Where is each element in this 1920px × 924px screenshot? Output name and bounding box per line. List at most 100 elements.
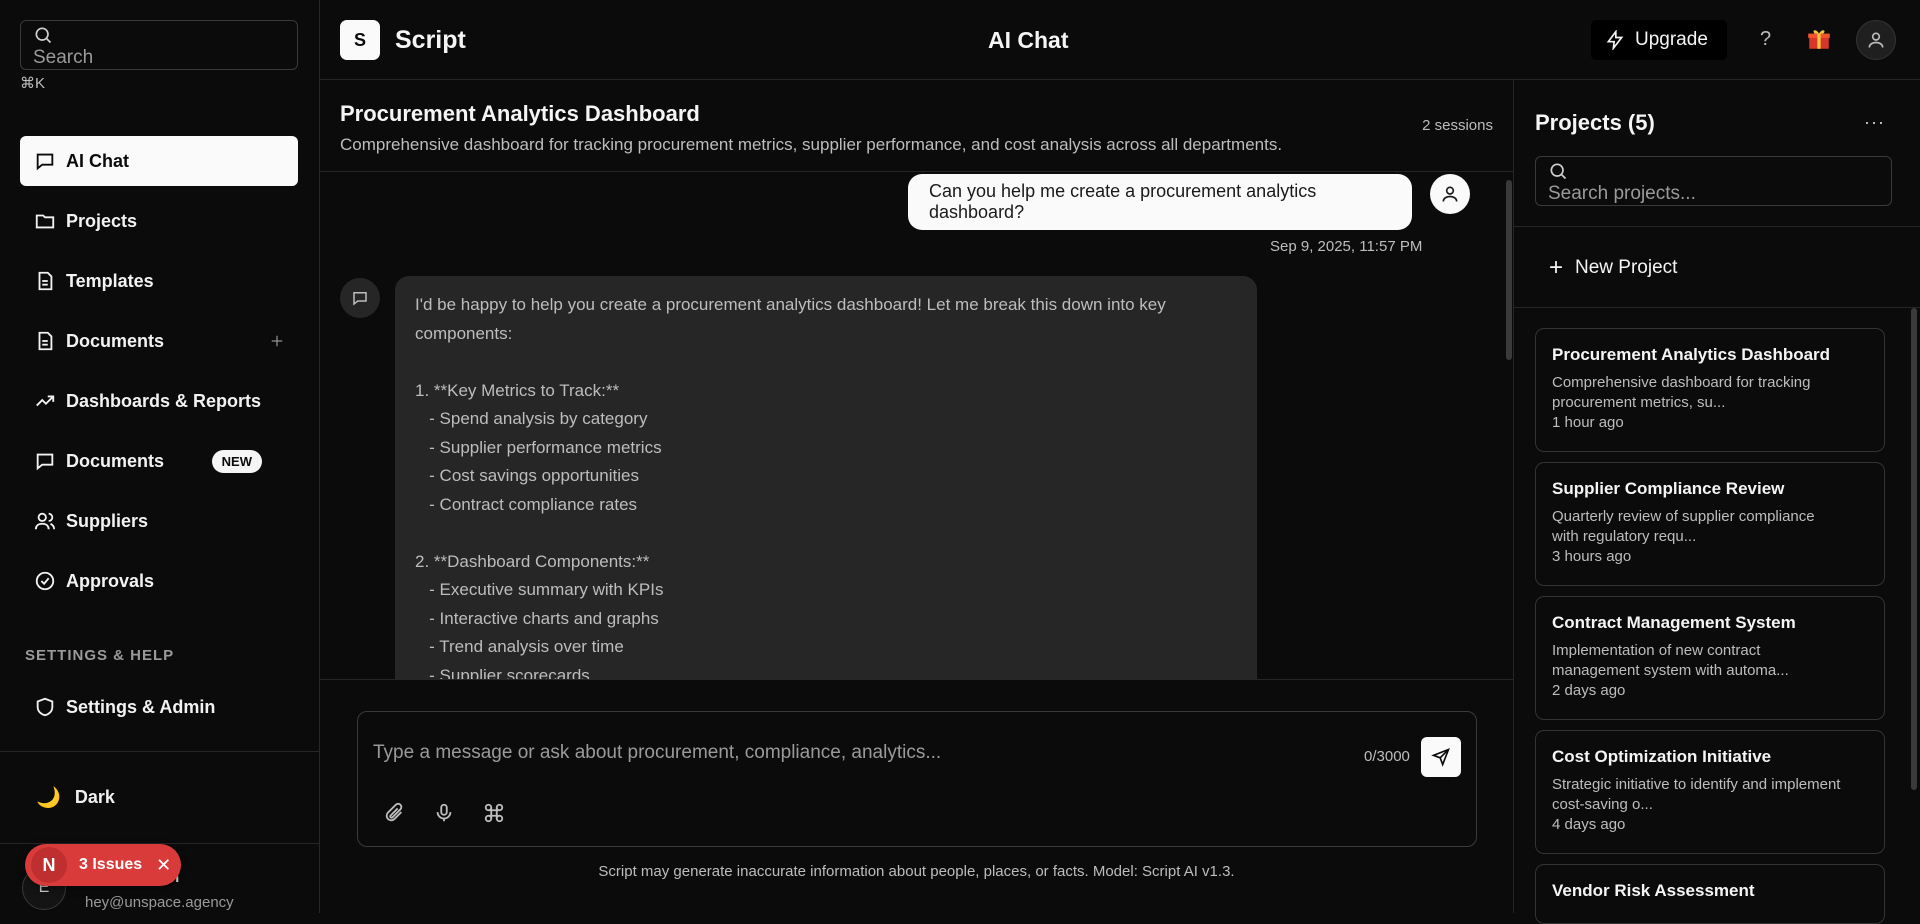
project-card-desc: Quarterly review of supplier compliance … bbox=[1552, 508, 1815, 545]
theme-toggle[interactable]: 🌙 Dark bbox=[36, 785, 115, 810]
chat-icon bbox=[351, 289, 369, 307]
message-input[interactable]: Type a message or ask about procurement,… bbox=[373, 742, 941, 764]
app-name: Script bbox=[395, 26, 466, 54]
project-card[interactable]: Cost Optimization Initiative Strategic i… bbox=[1535, 730, 1885, 854]
message-composer[interactable]: Type a message or ask about procurement,… bbox=[357, 711, 1477, 847]
search-input[interactable]: Search bbox=[20, 20, 298, 70]
chat-scrollbar[interactable] bbox=[1506, 180, 1512, 360]
sessions-count[interactable]: 2 sessions bbox=[1422, 117, 1493, 134]
nav-label: AI Chat bbox=[66, 150, 129, 171]
nav-label: Projects bbox=[66, 210, 138, 231]
plus-icon: + bbox=[1549, 254, 1564, 281]
top-bar: S Script AI Chat Upgrade ? bbox=[320, 0, 1920, 80]
chat-panel: Procurement Analytics Dashboard Comprehe… bbox=[320, 80, 1513, 913]
command-icon[interactable] bbox=[483, 802, 505, 824]
composer-tools bbox=[383, 802, 505, 824]
projects-scrollbar[interactable] bbox=[1911, 308, 1917, 790]
logo: S bbox=[340, 20, 380, 60]
users-icon bbox=[34, 510, 56, 532]
search-icon bbox=[1548, 161, 1568, 181]
user-icon bbox=[1440, 184, 1460, 204]
search-placeholder: Search projects... bbox=[1548, 183, 1696, 204]
nav-suppliers[interactable]: Suppliers bbox=[20, 496, 298, 546]
message-line: components: bbox=[415, 323, 513, 343]
more-options-icon[interactable]: ··· bbox=[1864, 112, 1885, 133]
nav-label: Approvals bbox=[66, 570, 155, 591]
nav-ai-chat[interactable]: AI Chat bbox=[20, 136, 298, 186]
message-line: - Supplier performance metrics bbox=[415, 437, 662, 457]
nav-approvals[interactable]: Approvals bbox=[20, 556, 298, 606]
project-card-age: 3 hours ago bbox=[1552, 548, 1632, 565]
section-label: SETTINGS & HELP bbox=[25, 647, 175, 664]
upgrade-label: Upgrade bbox=[1635, 29, 1708, 50]
gift-icon[interactable] bbox=[1806, 26, 1832, 52]
shield-icon bbox=[34, 696, 56, 718]
user-message: Can you help me create a procurement ana… bbox=[908, 174, 1412, 230]
new-project-button[interactable]: + New Project bbox=[1549, 254, 1677, 282]
nav-dashboards-reports[interactable]: Dashboards & Reports bbox=[20, 376, 298, 426]
project-card[interactable]: Procurement Analytics Dashboard Comprehe… bbox=[1535, 328, 1885, 452]
chat-icon bbox=[34, 150, 56, 172]
assistant-message: I'd be happy to help you create a procur… bbox=[395, 276, 1257, 680]
page-title: AI Chat bbox=[988, 27, 1069, 53]
message-list[interactable]: Can you help me create a procurement ana… bbox=[320, 172, 1513, 680]
project-title: Procurement Analytics Dashboard bbox=[340, 101, 700, 126]
paperclip-icon[interactable] bbox=[383, 802, 405, 824]
file-icon bbox=[34, 270, 56, 292]
project-card-title: Cost Optimization Initiative bbox=[1552, 747, 1772, 766]
project-description: Comprehensive dashboard for tracking pro… bbox=[340, 135, 1283, 154]
nav-projects[interactable]: Projects bbox=[20, 196, 298, 246]
nav-documents[interactable]: Documents bbox=[20, 316, 298, 366]
project-card-age: 4 days ago bbox=[1552, 816, 1626, 833]
new-badge: NEW bbox=[211, 450, 262, 473]
project-card-title: Supplier Compliance Review bbox=[1552, 479, 1785, 498]
message-line: - Interactive charts and graphs bbox=[415, 608, 659, 628]
project-card[interactable]: Supplier Compliance Review Quarterly rev… bbox=[1535, 462, 1885, 586]
project-card-desc: Implementation of new contract managemen… bbox=[1552, 642, 1789, 679]
project-card-desc: Comprehensive dashboard for tracking pro… bbox=[1552, 374, 1811, 411]
projects-panel: Projects (5) ··· Search projects... + Ne… bbox=[1513, 80, 1920, 924]
theme-label: Dark bbox=[74, 787, 115, 807]
nav-label: Documents bbox=[66, 330, 165, 351]
microphone-icon[interactable] bbox=[433, 802, 455, 824]
upgrade-button[interactable]: Upgrade bbox=[1591, 20, 1727, 60]
message-line bbox=[415, 519, 1237, 548]
project-card-age: 2 days ago bbox=[1552, 682, 1626, 699]
moon-icon: 🌙 bbox=[36, 787, 61, 809]
new-project-label: New Project bbox=[1575, 257, 1678, 278]
nav-templates[interactable]: Templates bbox=[20, 256, 298, 306]
project-card-title: Procurement Analytics Dashboard bbox=[1552, 345, 1831, 364]
message-line: 1. **Key Metrics to Track:** bbox=[415, 380, 620, 400]
message-line: I'd be happy to help you create a procur… bbox=[415, 295, 1166, 314]
project-card[interactable]: Contract Management System Implementatio… bbox=[1535, 596, 1885, 720]
user-avatar bbox=[1430, 174, 1470, 214]
profile-button[interactable] bbox=[1856, 20, 1896, 60]
nav-documents-new[interactable]: Documents NEW bbox=[20, 436, 298, 486]
message-timestamp: Sep 9, 2025, 11:57 PM bbox=[1270, 238, 1423, 255]
message-line: - Contract compliance rates bbox=[415, 494, 638, 514]
document-icon bbox=[34, 330, 56, 352]
project-card-title: Vendor Risk Assessment bbox=[1552, 881, 1755, 900]
send-button[interactable] bbox=[1421, 737, 1461, 777]
help-button[interactable]: ? bbox=[1760, 28, 1771, 51]
nav-label: Documents bbox=[66, 450, 165, 471]
project-card-age: 1 hour ago bbox=[1552, 414, 1624, 431]
divider bbox=[1514, 307, 1920, 308]
project-card[interactable]: Vendor Risk Assessment bbox=[1535, 864, 1885, 924]
nav-settings-admin[interactable]: Settings & Admin bbox=[20, 682, 298, 732]
assistant-avatar bbox=[340, 278, 380, 318]
user-email: hey@unspace.agency bbox=[85, 894, 234, 911]
message-line: - Supplier scorecards bbox=[415, 665, 590, 680]
divider bbox=[0, 751, 320, 752]
issues-badge[interactable]: N 3 Issues ✕ bbox=[25, 844, 181, 886]
check-circle-icon bbox=[34, 570, 56, 592]
search-placeholder: Search bbox=[33, 47, 94, 68]
chat-icon bbox=[34, 450, 56, 472]
folder-icon bbox=[34, 210, 56, 232]
search-shortcut: ⌘K bbox=[20, 75, 46, 92]
close-icon[interactable]: ✕ bbox=[156, 855, 171, 876]
project-search-input[interactable]: Search projects... bbox=[1535, 156, 1892, 206]
add-document-icon[interactable] bbox=[270, 334, 284, 348]
disclaimer: Script may generate inaccurate informati… bbox=[598, 863, 1235, 880]
message-line: - Spend analysis by category bbox=[415, 409, 648, 428]
